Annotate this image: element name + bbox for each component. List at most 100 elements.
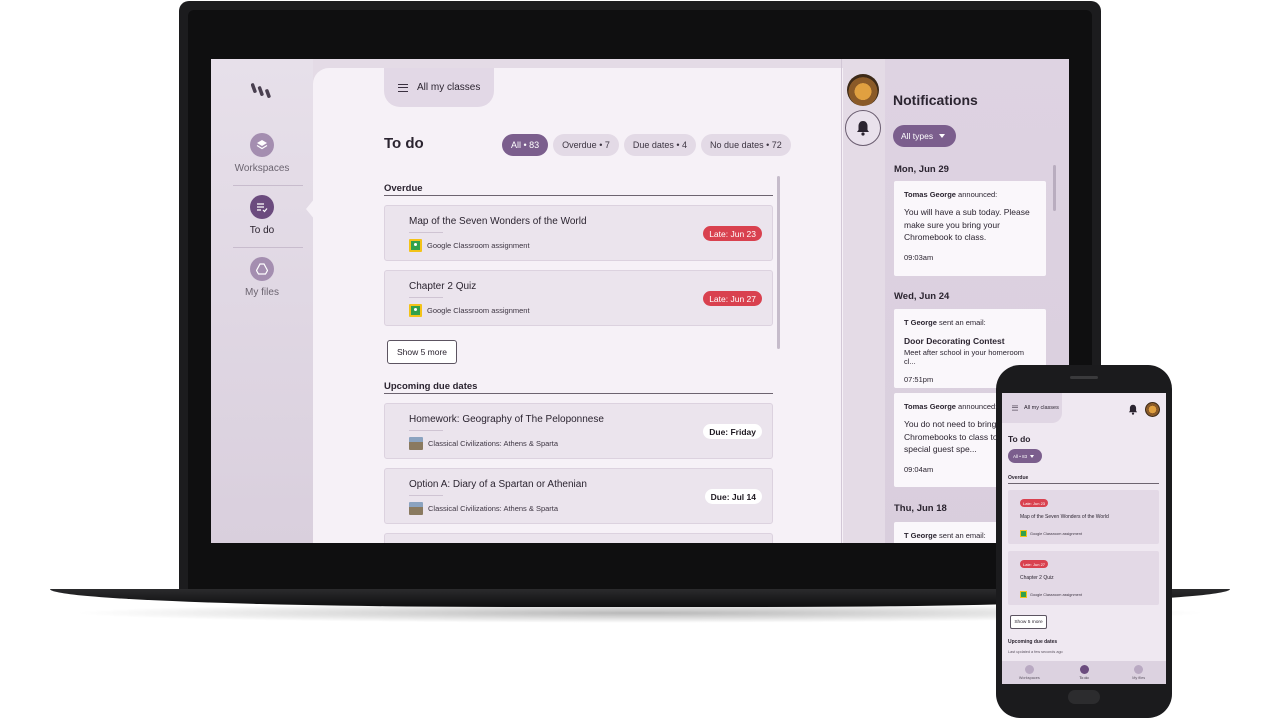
last-updated-text: Last updated a few seconds ago (1008, 650, 1063, 654)
rail-divider (233, 185, 303, 186)
google-classroom-icon (409, 239, 422, 252)
phone-nav-workspaces[interactable]: Workspaces (1002, 661, 1057, 684)
laptop-screen: Workspaces To do My files All my classes… (211, 59, 1069, 543)
chip-due-dates[interactable]: Due dates • 4 (623, 134, 697, 156)
notification-date: Thu, Jun 18 (894, 503, 947, 514)
late-badge: Late: Jun 27 (703, 291, 762, 306)
notifications-title: Notifications (893, 92, 978, 108)
rail-item-my-files[interactable]: My files (211, 257, 313, 317)
phone-upcoming-heading: Upcoming due dates (1008, 639, 1058, 645)
app-logo-icon (251, 83, 271, 98)
due-badge: Due: Jul 14 (704, 489, 762, 504)
class-thumbnail-icon (409, 502, 423, 515)
rail-item-todo[interactable]: To do (211, 195, 313, 255)
bell-icon[interactable] (1128, 404, 1138, 415)
google-classroom-icon (409, 304, 422, 317)
card-rule (409, 232, 443, 233)
task-card[interactable]: Map of the Seven Wonders of the World Go… (384, 205, 773, 261)
notifications-button[interactable] (845, 110, 881, 146)
rail-label: My files (245, 287, 279, 298)
section-divider (1008, 483, 1159, 484)
overdue-heading: Overdue (384, 183, 423, 194)
notification-body: Meet after school in your homeroom cl... (904, 347, 1025, 366)
task-title: Chapter 2 Quiz (409, 281, 477, 292)
phone-classes-menu[interactable]: All my classes (1002, 393, 1062, 423)
task-source: Classical Civilizations: Athens & Sparta (409, 502, 558, 515)
due-badge: Due: Friday (703, 424, 762, 439)
filter-chips: All • 83 Overdue • 7 Due dates • 4 No du… (502, 134, 791, 156)
task-card[interactable]: Homework: Geography of The Peloponnese C… (384, 403, 773, 459)
task-source-label: Google Classroom assignment (1030, 531, 1082, 536)
task-title: Map of the Seven Wonders of the World (409, 216, 587, 227)
phone-chip-label: All • 83 (1013, 453, 1028, 459)
drive-icon (250, 257, 274, 281)
checklist-icon (250, 195, 274, 219)
phone-overdue-heading: Overdue (1008, 475, 1029, 481)
phone-show-more-button[interactable]: Show 5 more (1010, 615, 1047, 629)
card-rule (409, 430, 443, 431)
task-card[interactable]: Chapter 2 Quiz Google Classroom assignme… (384, 270, 773, 326)
phone-screen: All my classes To do All • 83 Overdue La… (1002, 393, 1166, 684)
all-classes-menu[interactable]: All my classes (384, 68, 494, 107)
list-scrollbar[interactable] (777, 176, 780, 349)
phone-nav-my-files[interactable]: My files (1111, 661, 1166, 684)
notification-type-filter[interactable]: All types (893, 125, 956, 147)
phone-avatar[interactable] (1145, 402, 1160, 417)
notification-date: Wed, Jun 24 (894, 291, 950, 302)
classes-label: All my classes (417, 82, 481, 93)
phone-bottom-nav: Workspaces To do My files (1002, 661, 1166, 684)
phone-nav-label: My files (1132, 676, 1146, 680)
notification-card[interactable]: Tomas George announced: You will have a … (894, 181, 1046, 276)
nav-rail: Workspaces To do My files (211, 59, 313, 543)
task-source: Classical Civilizations: Athens & Sparta (409, 437, 558, 450)
task-source: Google Classroom assignment (1020, 591, 1082, 598)
task-card[interactable] (384, 533, 773, 543)
task-source-label: Classical Civilizations: Athens & Sparta (428, 504, 559, 513)
chip-overdue[interactable]: Overdue • 7 (553, 134, 619, 156)
task-card[interactable]: Option A: Diary of a Spartan or Athenian… (384, 468, 773, 524)
device-mockup: Workspaces To do My files All my classes… (0, 0, 1280, 720)
phone-task-card[interactable]: Late: Jun 23 Map of the Seven Wonders of… (1008, 490, 1159, 544)
show-more-button[interactable]: Show 5 more (387, 340, 457, 364)
chip-all[interactable]: All • 83 (502, 134, 549, 156)
task-source-label: Google Classroom assignment (427, 306, 530, 315)
column-divider (841, 59, 842, 543)
task-source-label: Classical Civilizations: Athens & Sparta (428, 439, 559, 448)
late-badge: Late: Jun 23 (1020, 499, 1049, 507)
rail-label: To do (249, 225, 275, 236)
layers-icon (250, 133, 274, 157)
task-source: Google Classroom assignment (1020, 530, 1082, 537)
chip-no-due-dates[interactable]: No due dates • 72 (701, 134, 791, 156)
section-divider (384, 195, 773, 196)
phone-task-card[interactable]: Late: Jun 27 Chapter 2 Quiz Google Class… (1008, 551, 1159, 605)
card-rule (409, 495, 443, 496)
phone-nav-todo[interactable]: To do (1057, 661, 1112, 684)
task-source: Google Classroom assignment (409, 239, 530, 252)
caret-down-icon (939, 134, 946, 138)
menu-icon (398, 83, 408, 92)
task-title: Chapter 2 Quiz (1020, 575, 1054, 581)
phone-nav-label: Workspaces (1018, 676, 1040, 680)
menu-icon (1012, 405, 1018, 411)
phone-home-button (1068, 690, 1100, 704)
notification-time: 09:03am (904, 252, 934, 262)
rail-item-workspaces[interactable]: Workspaces (211, 133, 313, 193)
phone-filter-chip[interactable]: All • 83 (1008, 449, 1042, 463)
phone-classes-label: All my classes (1024, 405, 1059, 411)
notifications-scrollbar[interactable] (1053, 165, 1056, 211)
rail-label: Workspaces (234, 163, 290, 174)
late-badge: Late: Jun 23 (703, 226, 762, 241)
notification-subject: Door Decorating Contest (904, 336, 1005, 346)
user-avatar[interactable] (847, 74, 879, 106)
bell-icon (857, 121, 869, 136)
layers-icon (1024, 665, 1034, 674)
page-title: To do (384, 135, 424, 152)
task-title: Homework: Geography of The Peloponnese (409, 414, 604, 425)
task-source-label: Google Classroom assignment (1030, 592, 1082, 597)
phone-page-title: To do (1008, 434, 1031, 444)
notification-date: Mon, Jun 29 (894, 164, 949, 175)
task-title: Map of the Seven Wonders of the World (1020, 514, 1109, 520)
rail-divider (233, 247, 303, 248)
task-title: Option A: Diary of a Spartan or Athenian (409, 479, 587, 490)
caret-down-icon (1030, 454, 1035, 458)
